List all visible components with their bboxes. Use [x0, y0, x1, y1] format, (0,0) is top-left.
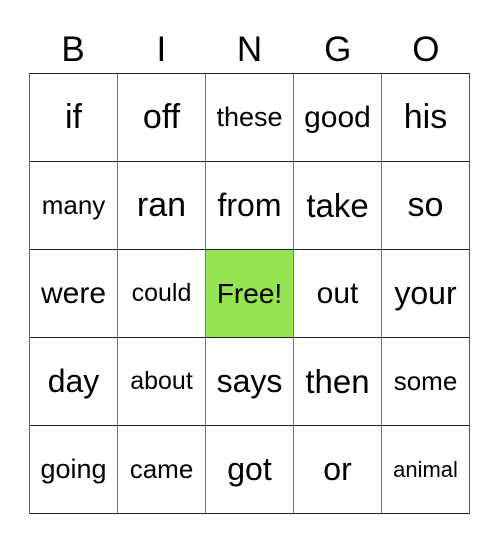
bingo-cell[interactable]: going — [30, 426, 118, 514]
bingo-cell[interactable]: came — [118, 426, 206, 514]
cell-word: ran — [136, 186, 187, 224]
bingo-cell[interactable]: so — [382, 162, 470, 250]
cell-word: many — [41, 190, 106, 220]
cell-word: out — [316, 276, 359, 310]
cell-word: says — [216, 363, 283, 399]
cell-word: his — [403, 98, 448, 136]
cell-word: about — [130, 367, 193, 395]
header-letter-b: B — [61, 30, 85, 69]
cell-word: off — [142, 98, 181, 136]
cell-word: got — [227, 451, 272, 487]
bingo-cell[interactable]: about — [118, 338, 206, 426]
cell-word: from — [217, 187, 282, 223]
bingo-cell[interactable]: if — [30, 74, 118, 162]
cell-word: were — [40, 276, 107, 310]
bingo-cell[interactable]: these — [206, 74, 294, 162]
bingo-cell[interactable]: your — [382, 250, 470, 338]
cell-word: these — [216, 102, 283, 132]
bingo-cell[interactable]: then — [294, 338, 382, 426]
bingo-cell[interactable]: got — [206, 426, 294, 514]
bingo-cell[interactable]: ran — [118, 162, 206, 250]
cell-word: if — [65, 98, 82, 136]
bingo-cell[interactable]: some — [382, 338, 470, 426]
bingo-cell[interactable]: take — [294, 162, 382, 250]
cell-word: or — [323, 451, 352, 487]
free-space-cell[interactable]: Free! — [206, 250, 294, 338]
bingo-cell[interactable]: his — [382, 74, 470, 162]
bingo-cell[interactable]: many — [30, 162, 118, 250]
bingo-cell[interactable]: says — [206, 338, 294, 426]
cell-word: take — [306, 186, 369, 224]
header-letter-i: I — [156, 30, 167, 69]
bingo-cell[interactable]: day — [30, 338, 118, 426]
header-letter-o: O — [412, 30, 440, 69]
bingo-card-grid: if off these good his many ran from take so were co… — [29, 73, 470, 514]
cell-word: then — [305, 362, 370, 400]
cell-word: animal — [393, 456, 458, 482]
cell-word: Free! — [216, 277, 283, 309]
bingo-cell[interactable]: animal — [382, 426, 470, 514]
bingo-cell[interactable]: out — [294, 250, 382, 338]
bingo-cell[interactable]: good — [294, 74, 382, 162]
header-letter-n: N — [236, 30, 263, 69]
bingo-cell[interactable]: from — [206, 162, 294, 250]
cell-word: day — [47, 363, 100, 399]
header-letter-g: G — [324, 30, 352, 69]
bingo-cell[interactable]: off — [118, 74, 206, 162]
bingo-cell[interactable]: were — [30, 250, 118, 338]
cell-word: good — [304, 100, 371, 134]
cell-word: your — [394, 275, 457, 311]
cell-word: so — [407, 186, 444, 224]
bingo-cell[interactable]: could — [118, 250, 206, 338]
bingo-header: B I N G O — [29, 27, 470, 73]
cell-word: could — [131, 279, 192, 307]
bingo-cell[interactable]: or — [294, 426, 382, 514]
cell-word: came — [129, 454, 194, 484]
cell-word: some — [393, 366, 458, 396]
cell-word: going — [40, 454, 107, 484]
